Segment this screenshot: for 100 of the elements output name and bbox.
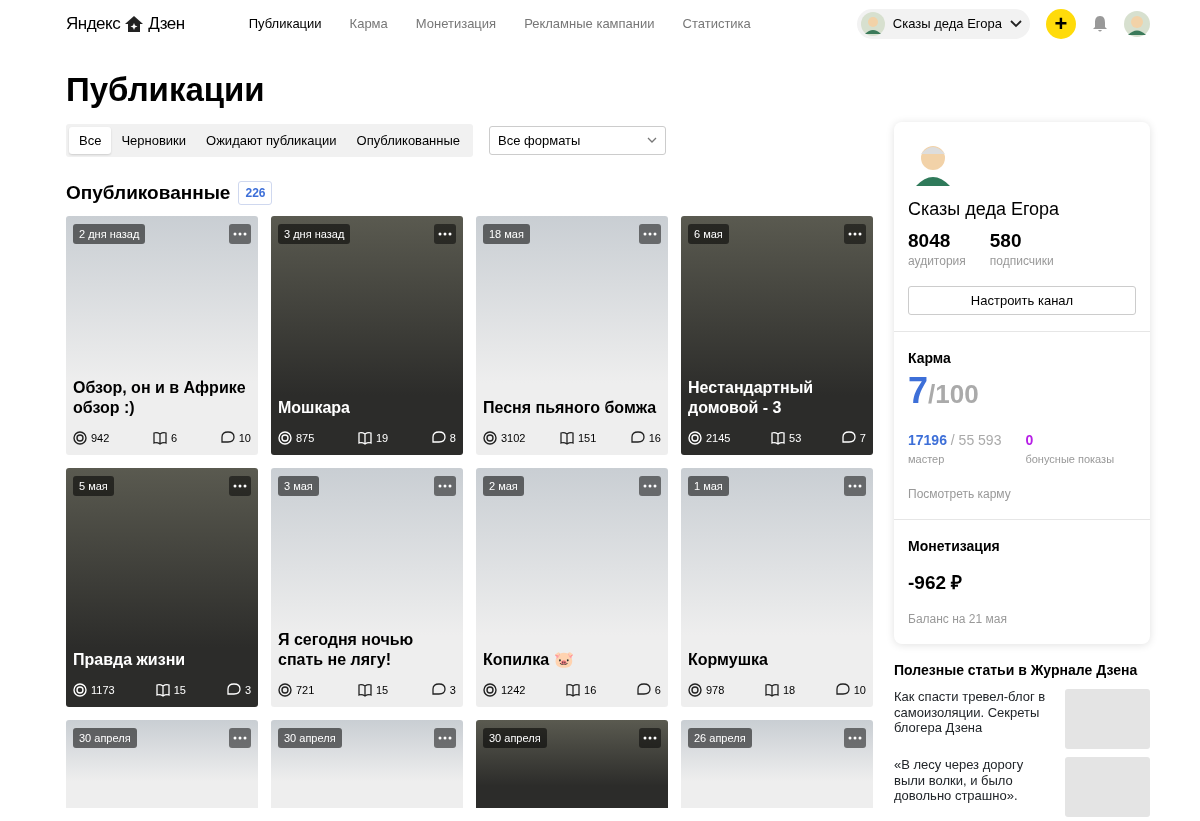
more-button[interactable]: [844, 223, 866, 244]
date-label: 2 мая: [483, 475, 524, 497]
more-icon: [233, 735, 247, 740]
card-title: Мошкара: [278, 398, 351, 419]
card-title: Песня пьяного бомжа: [483, 398, 658, 419]
publication-card[interactable]: 30 апреля: [271, 719, 463, 808]
comments-count: 3: [449, 683, 456, 699]
comments-count: 10: [238, 431, 251, 447]
section-heading: Монетизация: [908, 537, 1001, 557]
article-link[interactable]: «В лесу через дорогу выли волки, и было довольно страшно».: [894, 757, 1054, 818]
nav-tab[interactable]: Статистика: [682, 14, 751, 34]
views-icon: [278, 431, 292, 446]
balance-note: Баланс на 21 мая: [908, 611, 1008, 629]
bell-icon[interactable]: [1092, 15, 1108, 33]
reads-count: 53: [789, 431, 802, 447]
publication-card[interactable]: 5 мая Правда жизни 1173 15 3: [66, 467, 258, 707]
filter-tab[interactable]: Черновики: [111, 126, 197, 155]
more-icon: [848, 231, 862, 236]
nav-tab[interactable]: Рекламные кампании: [524, 14, 655, 34]
comment-icon: [431, 683, 446, 698]
balance-value: -962 ₽: [908, 573, 964, 595]
bonus-label: бонусные показы: [1025, 452, 1115, 468]
karma-value: 7: [908, 373, 929, 410]
views-count: 1242: [501, 683, 526, 699]
logo-text[interactable]: Яндекс: [66, 11, 121, 37]
more-icon: [438, 483, 452, 488]
add-button[interactable]: +: [1046, 9, 1076, 39]
stat-label: аудитория: [908, 252, 966, 270]
stat-value: 580: [989, 231, 1023, 252]
publication-card[interactable]: 2 дня назад Обзор, он и в Африке обзор :) 942 6 10: [66, 215, 258, 455]
publication-card[interactable]: 18 мая Песня пьяного бомжа 3102 151 16: [476, 215, 668, 455]
comment-icon: [226, 683, 241, 698]
publication-card[interactable]: 3 мая Я сегодня ночью спать не лягу! 721 15 3: [271, 467, 463, 707]
views-count: 978: [706, 683, 725, 699]
book-icon: [358, 683, 372, 698]
more-icon: [438, 231, 452, 236]
publication-card[interactable]: 26 апреля: [681, 719, 873, 808]
publication-card[interactable]: 30 апреля: [476, 719, 668, 808]
filter-tab[interactable]: Ожидают публикации: [196, 126, 347, 155]
karma-score: 17196 / 55 593: [908, 431, 1002, 451]
date-label: 30 апреля: [73, 727, 137, 749]
comment-icon: [630, 431, 645, 446]
settings-button[interactable]: Настроить канал: [908, 285, 1136, 316]
book-icon: [566, 683, 581, 698]
views-count: 2145: [706, 431, 731, 447]
comments-count: 8: [449, 431, 456, 447]
publication-card[interactable]: 2 мая Копилка 🐷 1242 16 6: [476, 467, 668, 707]
publication-card[interactable]: 1 мая Кормушка 978 18 10: [681, 467, 873, 707]
views-icon: [73, 683, 87, 698]
more-icon: [233, 483, 247, 488]
publication-card[interactable]: 6 мая Нестандартный домовой - 3 2145 53 7: [681, 215, 873, 455]
publication-card[interactable]: 3 дня назад Мошкара 875 19 8: [271, 215, 463, 455]
views-count: 875: [296, 431, 315, 447]
reads-count: 16: [584, 683, 597, 699]
publication-card[interactable]: 30 апреля: [66, 719, 258, 808]
date-label: 3 дня назад: [278, 223, 351, 245]
more-button[interactable]: [434, 223, 456, 244]
comment-icon: [220, 431, 235, 446]
book-icon: [559, 431, 574, 446]
book-icon: [155, 683, 170, 698]
nav-tab[interactable]: Публикации: [248, 14, 322, 34]
more-icon: [848, 483, 862, 488]
more-button[interactable]: [229, 475, 251, 496]
card-title: Нестандартный домовой - 3: [688, 378, 815, 419]
date-label: 18 мая: [483, 223, 530, 245]
comments-count: 7: [859, 431, 866, 447]
reads-count: 19: [376, 431, 389, 447]
comment-icon: [636, 683, 651, 698]
views-icon: [688, 683, 702, 698]
count-badge: 226: [238, 181, 273, 206]
nav-tab[interactable]: Карма: [349, 14, 388, 34]
more-button[interactable]: [639, 727, 661, 748]
book-icon: [153, 431, 167, 446]
comment-icon: [835, 683, 850, 698]
stat-label: подписчики: [989, 252, 1054, 270]
user-avatar-icon[interactable]: [1124, 11, 1150, 37]
views-count: 1173: [91, 683, 115, 699]
channel-selector[interactable]: Сказы деда Егора: [856, 9, 1030, 39]
comments-count: 6: [654, 683, 661, 699]
format-dropdown[interactable]: Все форматы: [489, 125, 667, 156]
reads-count: 6: [171, 431, 178, 447]
views-count: 721: [296, 683, 315, 699]
nav-tab[interactable]: Монетизация: [415, 14, 497, 34]
article-link[interactable]: Как спасти тревел-блог в самоизоляции. Секреты блогера Дзена: [894, 689, 1054, 750]
channel-name: Сказы деда Егора: [908, 198, 1061, 221]
reads-count: 151: [577, 431, 597, 447]
card-title: Я сегодня ночью спать не лягу!: [278, 630, 415, 671]
views-icon: [483, 683, 497, 698]
avatar-icon: [860, 12, 885, 36]
filter-tab[interactable]: Опубликованные: [346, 126, 471, 155]
card-title: Кормушка: [688, 650, 769, 671]
views-icon: [73, 431, 87, 446]
date-label: 6 мая: [688, 223, 729, 245]
date-label: 5 мая: [73, 475, 114, 497]
comments-count: 10: [853, 683, 866, 699]
card-title: Копилка 🐷: [483, 650, 575, 671]
level-label: мастер: [908, 452, 946, 468]
filter-tab[interactable]: Все: [69, 126, 112, 155]
reads-count: 15: [376, 683, 389, 699]
logo-text[interactable]: Дзен: [148, 11, 185, 37]
